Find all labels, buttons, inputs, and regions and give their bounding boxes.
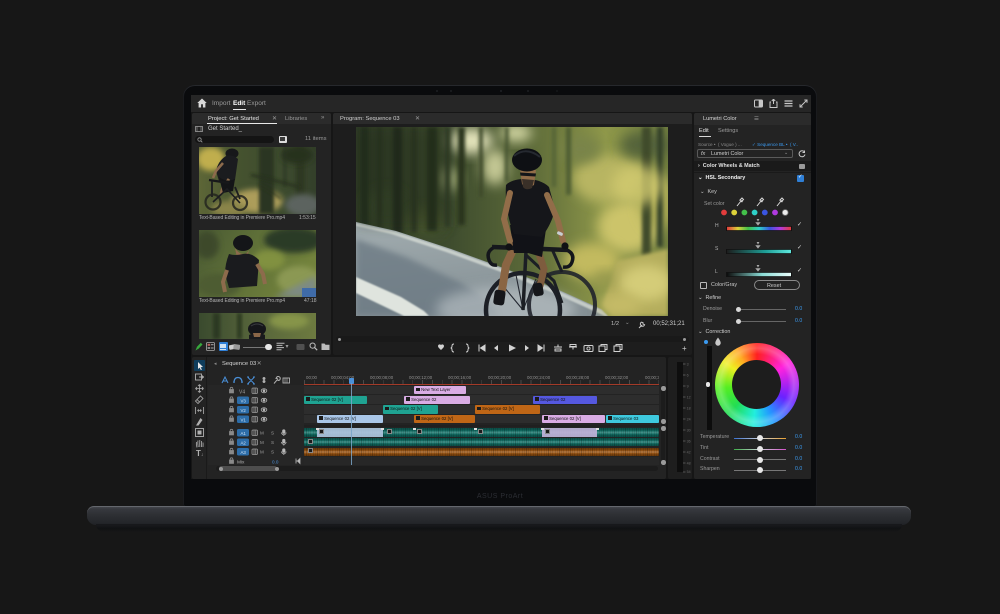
svg-text:54: 54 — [687, 470, 691, 474]
svg-text:S: S — [271, 440, 274, 445]
svg-text:S: S — [271, 431, 274, 436]
svg-text:A3: A3 — [241, 450, 247, 455]
svg-text:V1: V1 — [241, 417, 247, 422]
svg-text:V4: V4 — [239, 390, 245, 396]
svg-text:9: 9 — [687, 385, 689, 389]
svg-text:12: 12 — [687, 396, 691, 400]
svg-text:M: M — [260, 440, 264, 445]
svg-text:24: 24 — [687, 418, 691, 422]
svg-text:3: 3 — [687, 363, 689, 367]
svg-text:M: M — [260, 431, 264, 436]
svg-text:S: S — [271, 450, 274, 455]
svg-text:6: 6 — [687, 374, 689, 378]
svg-text:A1: A1 — [241, 431, 247, 436]
svg-text:V3: V3 — [241, 398, 247, 403]
svg-text:48: 48 — [687, 462, 691, 466]
svg-text:0.0: 0.0 — [272, 459, 279, 464]
svg-text:A2: A2 — [241, 440, 247, 445]
svg-text:18: 18 — [687, 407, 691, 411]
svg-text:36: 36 — [687, 440, 691, 444]
svg-text:Mix: Mix — [237, 459, 245, 465]
svg-text:42: 42 — [687, 451, 691, 455]
svg-text:M: M — [260, 450, 264, 455]
svg-text:V2: V2 — [241, 408, 247, 413]
svg-text:30: 30 — [687, 429, 691, 433]
